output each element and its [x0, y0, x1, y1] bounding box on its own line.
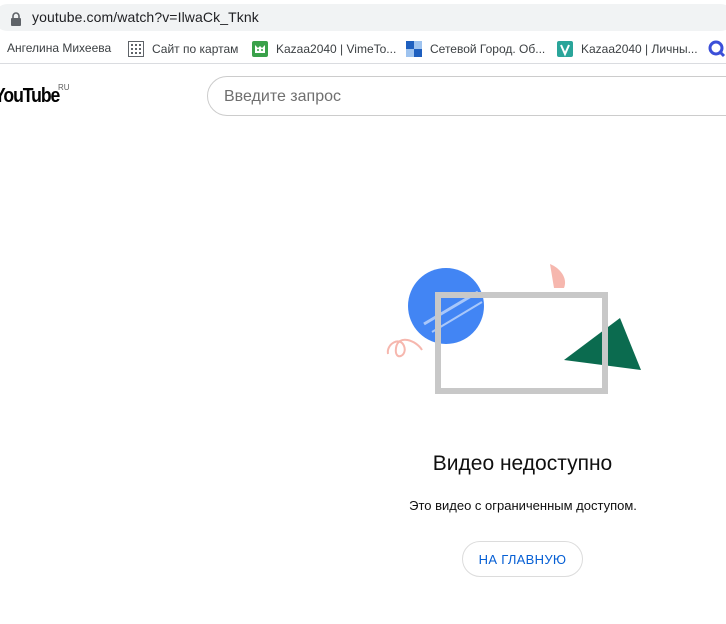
- page-subtitle: Это видео с ограниченным доступом.: [409, 498, 637, 513]
- blue-circle: [408, 268, 484, 344]
- apps-grid-icon: [128, 41, 144, 57]
- video-unavailable-illustration: [386, 264, 641, 394]
- bookmark-netcity[interactable]: Сетевой Город. Об...: [406, 41, 545, 57]
- vimeworld-icon: [557, 41, 573, 57]
- netcity-icon: [406, 41, 422, 57]
- pink-squiggle: [386, 338, 423, 358]
- page-title: Видео недоступно: [432, 452, 613, 475]
- youtube-header: YouTube RU Введите запрос: [0, 64, 726, 126]
- search-input[interactable]: Введите запрос: [207, 76, 726, 116]
- bookmark-label: Сетевой Город. Об...: [430, 42, 546, 56]
- pink-half-moon: [550, 264, 566, 288]
- region-label: RU: [58, 83, 70, 92]
- search-placeholder: Введите запрос: [224, 88, 341, 105]
- bookmark-label: Kazaa2040 | Личны...: [581, 42, 698, 56]
- bookmark-kazaa-personal[interactable]: Kazaa2040 | Личны...: [557, 41, 698, 57]
- bookmark-label: Сайт по картам: [152, 42, 239, 56]
- bookmarks-bar: Ангелина Михеева Сайт по картам Kazaa204…: [0, 34, 726, 64]
- bookmark-site-po-kartam[interactable]: Сайт по картам: [128, 41, 238, 57]
- youtube-logo[interactable]: YouTube: [0, 85, 60, 108]
- address-bar: youtube.com/watch?v=IlwaCk_Tknk: [0, 0, 726, 33]
- url-text[interactable]: youtube.com/watch?v=IlwaCk_Tknk: [32, 9, 259, 25]
- search-bookmark-icon[interactable]: [708, 40, 726, 58]
- bookmark-angelina[interactable]: Ангелина Михеева: [7, 41, 111, 55]
- bookmark-label: Kazaa2040 | VimeTo...: [276, 42, 397, 56]
- vimetop-icon: [252, 41, 268, 57]
- bookmark-kazaa-vimetop[interactable]: Kazaa2040 | VimeTo...: [252, 41, 396, 57]
- home-button[interactable]: НА ГЛАВНУЮ: [462, 541, 583, 577]
- bookmark-label: Ангелина Михеева: [7, 41, 112, 55]
- lock-icon[interactable]: [10, 12, 22, 26]
